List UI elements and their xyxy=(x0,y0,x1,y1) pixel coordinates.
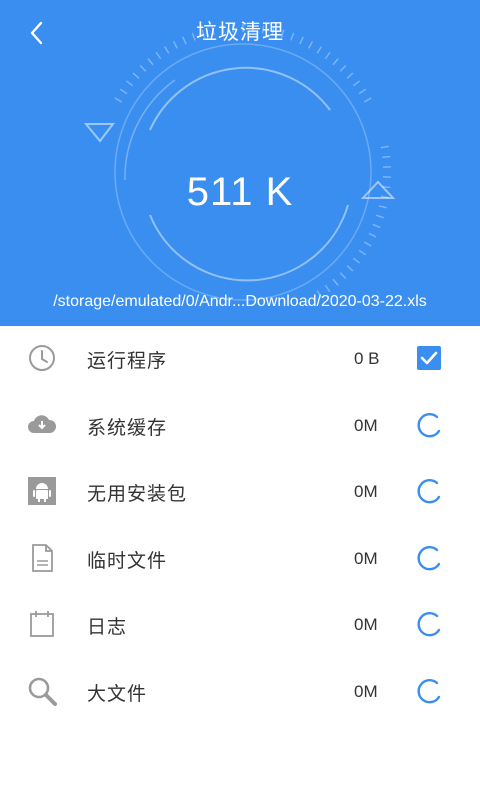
loading-spinner-icon xyxy=(417,612,441,637)
list-item-running-apps[interactable]: 运行程序 0 B xyxy=(0,326,480,393)
item-size: 0M xyxy=(354,548,378,568)
loading-spinner-icon xyxy=(417,545,441,571)
page-title: 垃圾清理 xyxy=(196,20,284,44)
loading-spinner-icon xyxy=(417,678,441,704)
item-label: 日志 xyxy=(87,616,128,639)
junk-category-list: 运行程序 0 B 系统缓存 0M 无用安装包 0M 临时文件 0M 日志 0M … xyxy=(0,326,480,726)
checkbox-checked-icon[interactable] xyxy=(413,342,445,374)
list-item-large-files[interactable]: 大文件 0M xyxy=(0,659,480,726)
scan-path: /storage/emulated/0/Andr...Download/2020… xyxy=(53,293,427,310)
clock-icon xyxy=(29,345,55,371)
item-size: 0M xyxy=(354,615,378,635)
list-item-temp-files[interactable]: 临时文件 0M xyxy=(0,526,480,593)
list-item-useless-apk[interactable]: 无用安装包 0M xyxy=(0,459,480,526)
android-icon xyxy=(28,477,56,506)
calendar-icon xyxy=(30,611,54,638)
list-item-system-cache[interactable]: 系统缓存 0M xyxy=(0,393,480,460)
item-label: 无用安装包 xyxy=(87,483,188,506)
item-size: 0M xyxy=(354,681,378,701)
item-label: 大文件 xyxy=(87,682,148,705)
loading-spinner-icon xyxy=(417,479,441,504)
cloud-download-icon xyxy=(28,414,57,433)
search-icon xyxy=(28,677,57,706)
loading-spinner-icon xyxy=(417,412,441,437)
item-size: 0 B xyxy=(354,349,380,368)
header: 垃圾清理 511 K /storage/emulated/0/Andr...Do… xyxy=(0,0,480,326)
item-label: 临时文件 xyxy=(87,549,168,572)
item-label: 运行程序 xyxy=(87,350,168,372)
item-size: 0M xyxy=(354,415,378,435)
list-item-logs[interactable]: 日志 0M xyxy=(0,592,480,659)
scan-dial-graphic xyxy=(83,24,396,301)
file-icon xyxy=(32,543,53,572)
junk-size-readout: 511 K xyxy=(186,170,294,214)
item-size: 0M xyxy=(354,482,378,502)
item-label: 系统缓存 xyxy=(87,416,168,439)
